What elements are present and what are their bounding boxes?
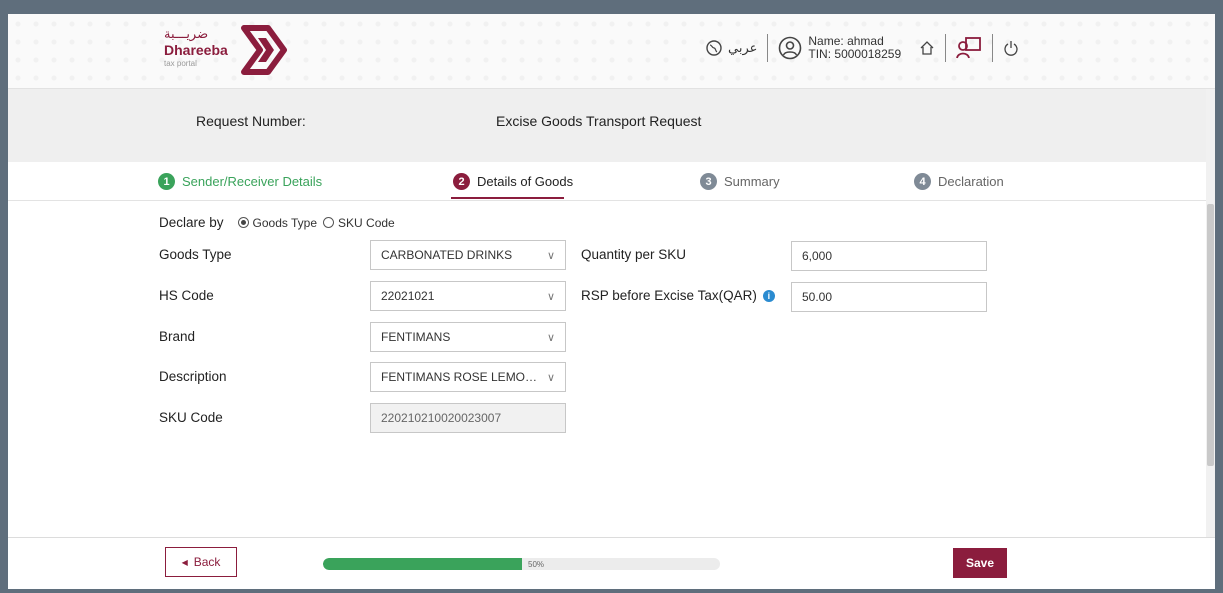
progress-bar (323, 558, 720, 570)
hs-code-select[interactable]: 22021021 ∨ (370, 281, 566, 311)
step-label: Summary (724, 174, 780, 189)
description-select[interactable]: FENTIMANS ROSE LEMONADE ∨ (370, 362, 566, 392)
step-number: 2 (453, 173, 470, 190)
logo[interactable]: ضريـــبة Dhareeba tax portal (164, 22, 294, 78)
step-label: Declaration (938, 174, 1004, 189)
save-button-label: Save (965, 556, 995, 570)
goods-type-select[interactable]: CARBONATED DRINKS ∨ (370, 240, 566, 270)
request-number-label: Request Number: (196, 113, 306, 129)
user-details: Name: ahmad TIN: 5000018259 (808, 35, 901, 61)
rsp-value: 50.00 (802, 290, 833, 304)
quantity-per-sku-value: 6,000 (802, 249, 833, 263)
step-number: 3 (700, 173, 717, 190)
step-sender-receiver[interactable]: 1 Sender/Receiver Details (158, 173, 322, 190)
goods-type-label: Goods Type (159, 247, 232, 262)
step-label: Details of Goods (477, 174, 574, 189)
back-arrow-icon: ◀ (181, 557, 188, 567)
chevron-down-icon: ∨ (546, 331, 555, 344)
active-step-indicator (451, 197, 564, 199)
quantity-per-sku-input[interactable]: 6,000 (791, 241, 987, 271)
step-number: 4 (914, 173, 931, 190)
declare-by-label: Declare by (159, 215, 224, 230)
header-actions: عربي Name: ahmad TIN: 5000018259 (706, 26, 1019, 70)
user-icon (778, 36, 802, 60)
app-frame: ضريـــبة Dhareeba tax portal عربي Name: … (8, 14, 1215, 589)
brand-label: Brand (159, 329, 196, 344)
logo-arabic: ضريـــبة (164, 26, 209, 41)
logo-name: Dhareeba (164, 42, 228, 58)
chevron-down-icon: ∨ (546, 371, 555, 384)
language-toggle[interactable]: عربي (728, 40, 757, 56)
save-button[interactable]: Save (953, 548, 1007, 578)
scrollbar-thumb[interactable] (1207, 204, 1214, 466)
user-info[interactable]: Name: ahmad TIN: 5000018259 (778, 35, 901, 61)
info-icon[interactable]: i (762, 290, 775, 303)
brand-value: FENTIMANS (381, 330, 451, 344)
brand-select[interactable]: FENTIMANS ∨ (370, 322, 566, 352)
home-icon[interactable] (919, 40, 935, 56)
sku-code-field: 220210210020023007 (370, 403, 566, 433)
description-value: FENTIMANS ROSE LEMONADE (381, 370, 539, 384)
rsp-input[interactable]: 50.00 (791, 282, 987, 312)
globe-icon[interactable] (706, 40, 722, 56)
logo-subtitle: tax portal (164, 59, 197, 68)
hs-code-label: HS Code (159, 288, 214, 303)
step-label: Sender/Receiver Details (182, 174, 323, 189)
logo-mark-icon (241, 25, 287, 75)
divider (945, 34, 947, 62)
step-summary[interactable]: 3 Summary (700, 173, 780, 190)
header: ضريـــبة Dhareeba tax portal عربي Name: … (8, 14, 1215, 89)
rsp-label: RSP before Excise Tax(QAR) (581, 288, 757, 303)
progress-fill (323, 558, 522, 570)
radio-sku-code[interactable] (323, 217, 335, 228)
request-icon[interactable] (956, 36, 982, 60)
radio-sku-code-label[interactable]: SKU Code (338, 216, 395, 230)
progress-text: 50% (528, 560, 545, 569)
chevron-down-icon: ∨ (546, 290, 555, 303)
rsp-label-row: RSP before Excise Tax(QAR) i (581, 288, 775, 303)
radio-goods-type[interactable] (237, 217, 249, 228)
chevron-down-icon: ∨ (546, 249, 555, 262)
divider (992, 34, 994, 62)
divider (767, 34, 769, 62)
goods-type-value: CARBONATED DRINKS (381, 248, 513, 262)
step-number: 1 (158, 173, 175, 190)
hs-code-value: 22021021 (381, 289, 435, 303)
back-button-label: Back (193, 555, 221, 569)
request-title: Excise Goods Transport Request (496, 113, 702, 129)
step-declaration[interactable]: 4 Declaration (914, 173, 1004, 190)
quantity-per-sku-label: Quantity per SKU (581, 247, 687, 262)
back-button[interactable]: ◀ Back (165, 547, 237, 577)
power-icon[interactable] (1003, 40, 1019, 56)
sku-code-label: SKU Code (159, 410, 223, 425)
radio-goods-type-label[interactable]: Goods Type (253, 216, 318, 230)
sku-code-value: 220210210020023007 (381, 411, 502, 425)
stepper: 1 Sender/Receiver Details 2 Details of G… (8, 162, 1206, 201)
declare-by-row: Declare by Goods Type SKU Code (159, 215, 395, 230)
description-label: Description (159, 369, 227, 384)
step-details-of-goods[interactable]: 2 Details of Goods (453, 173, 573, 190)
user-tin: TIN: 5000018259 (808, 47, 902, 61)
